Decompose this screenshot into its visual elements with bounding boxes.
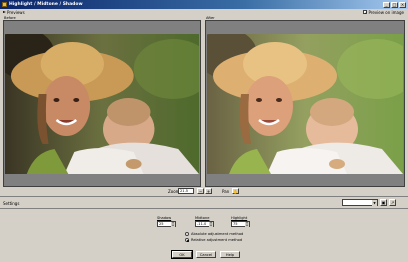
ok-button[interactable]: OK [171,250,193,259]
absolute-method-option[interactable]: Absolute adjustment method [185,232,243,236]
midtone-control: Midtone -11.0 ▲ ▼ [195,216,214,227]
highlight-value: 75 [233,222,238,226]
absolute-method-label: Absolute adjustment method [191,232,244,236]
shadow-value: 25 [159,222,164,226]
preview-toolbar: Previews ✓ Preview on image [0,9,408,15]
midtone-label: Midtone [195,216,210,220]
midtone-value: -11.0 [197,222,207,226]
hand-icon: ✋ [233,189,238,194]
highlight-label: Highlight [231,216,248,220]
shadow-label: Shadow [157,216,172,220]
settings-preset-dropdown[interactable]: ▼ [342,199,378,206]
shadow-control: Shadow 25 ▲ ▼ [157,216,176,227]
settings-row: Settings ▼ ▣ ↗ [0,199,408,207]
before-preview[interactable] [3,20,201,187]
load-settings-button[interactable]: ↗ [389,199,396,206]
help-button[interactable]: Help [220,251,240,258]
highlight-spinner[interactable]: ▲ ▼ [245,222,249,227]
zoom-in-button[interactable]: + [205,188,212,194]
absolute-method-radio[interactable] [185,232,189,236]
preview-on-image-checkbox[interactable]: ✓ [363,10,368,15]
minimize-button[interactable]: _ [383,1,390,8]
pan-label: Pan [222,189,230,194]
shadow-input[interactable]: 25 ▲ ▼ [157,221,176,227]
midtone-spinner[interactable]: ▲ ▼ [209,222,213,227]
cancel-button[interactable]: Cancel [196,251,216,258]
preview-on-image-label: Preview on image [368,9,404,15]
divider [0,208,408,209]
close-button[interactable]: × [399,1,406,8]
highlight-control: Highlight 75 ▲ ▼ [231,216,250,227]
settings-label: Settings [3,201,20,206]
after-image [207,34,403,174]
previews-toggle[interactable]: Previews [3,10,25,15]
highlight-input[interactable]: 75 ▲ ▼ [231,221,250,227]
zoom-bar: Zoom 21.5 − + Pan ✋ [0,188,408,195]
relative-method-label: Relative adjustment method [191,238,243,242]
relative-method-radio[interactable] [185,238,189,242]
before-image [5,34,199,174]
maximize-button[interactable]: □ [391,1,398,8]
zoom-value-field[interactable]: 21.5 [178,188,194,194]
app-icon [2,2,7,7]
expand-arrow-icon [3,11,6,13]
after-preview[interactable] [205,20,405,187]
window-title: Highlight / Midtone / Shadow [9,2,83,7]
midtone-input[interactable]: -11.0 ▲ ▼ [195,221,214,227]
window-controls: _ □ × [383,1,406,8]
save-settings-button[interactable]: ▣ [380,199,387,206]
chevron-down-icon: ▼ [372,200,377,206]
load-icon: ↗ [390,200,395,205]
zoom-out-button[interactable]: − [197,188,204,194]
shadow-spinner[interactable]: ▲ ▼ [171,222,175,227]
divider [0,196,408,197]
previews-label: Previews [7,9,25,15]
title-bar: Highlight / Midtone / Shadow _ □ × [0,0,408,9]
save-icon: ▣ [381,200,386,205]
preview-on-image-toggle[interactable]: ✓ Preview on image [363,10,404,15]
relative-method-option[interactable]: Relative adjustment method [185,238,242,242]
pan-button[interactable]: ✋ [232,188,239,194]
